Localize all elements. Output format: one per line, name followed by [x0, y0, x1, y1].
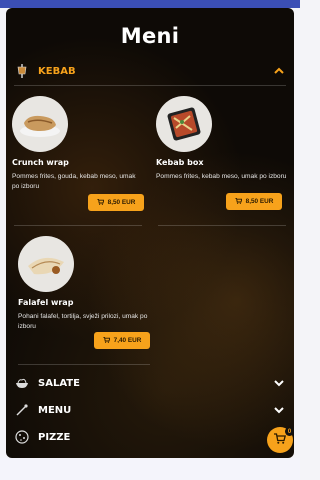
section-header-kebab[interactable]: KEBAB: [14, 60, 286, 82]
section-label-salate: SALATE: [38, 377, 80, 389]
item-description: Pohani falafel, tortilja, svježi prilozi…: [18, 313, 148, 330]
item-description: Pommes frites, kebab meso, umak po izbor…: [156, 173, 287, 180]
section-label-pizze: PIZZE: [38, 431, 71, 443]
add-to-cart-button[interactable]: 8,50 EUR: [88, 194, 144, 211]
cart-icon: [274, 431, 287, 449]
item-divider: [14, 225, 142, 226]
section-header-pizze[interactable]: PIZZE: [14, 426, 286, 448]
menu-panel: Meni KEBAB Crunch wrap Pommes frites, go…: [6, 8, 294, 458]
cart-count-badge: 0: [285, 427, 294, 436]
section-header-menu[interactable]: MENU: [14, 399, 286, 421]
item-name: Kebab box: [156, 158, 204, 167]
menu-item-crunch-wrap: Crunch wrap Pommes frites, gouda, kebab …: [12, 96, 150, 192]
price-label: 8,50 EUR: [245, 198, 274, 205]
section-header-salate[interactable]: SALATE: [14, 372, 286, 394]
pizza-icon: [14, 429, 30, 445]
menu-item-kebab-box: Kebab box Pommes frites, kebab meso, uma…: [156, 96, 294, 182]
kebab-box-image: [156, 96, 212, 152]
chevron-down-icon[interactable]: [272, 376, 286, 390]
page-title: Meni: [120, 24, 180, 48]
cart-icon: [234, 197, 243, 206]
browser-top-bar: [0, 0, 300, 8]
price-label: 7,40 EUR: [113, 337, 142, 344]
menu-icon: [14, 402, 30, 418]
item-description: Pommes frites, gouda, kebab meso, umak p…: [12, 173, 136, 190]
falafel-wrap-image: [18, 236, 74, 292]
chevron-up-icon[interactable]: [272, 64, 286, 78]
crunch-wrap-image: [12, 96, 68, 152]
bottom-strip: [0, 458, 300, 480]
item-divider: [18, 364, 150, 365]
menu-item-falafel-wrap: Falafel wrap Pohani falafel, tortilja, s…: [18, 236, 156, 332]
section-label-menu: MENU: [38, 404, 72, 416]
salad-icon: [14, 375, 30, 391]
kebab-icon: [14, 63, 30, 79]
item-name: Falafel wrap: [18, 298, 74, 307]
chevron-down-icon[interactable]: [272, 403, 286, 417]
add-to-cart-button[interactable]: 7,40 EUR: [94, 332, 150, 349]
item-name: Crunch wrap: [12, 158, 69, 167]
cart-icon: [102, 336, 111, 345]
add-to-cart-button[interactable]: 8,50 EUR: [226, 193, 282, 210]
price-label: 8,50 EUR: [107, 199, 136, 206]
section-label-kebab: KEBAB: [38, 65, 76, 77]
item-divider: [158, 225, 286, 226]
section-divider: [14, 85, 286, 86]
cart-icon: [96, 198, 105, 207]
cart-button[interactable]: 0: [267, 427, 294, 453]
